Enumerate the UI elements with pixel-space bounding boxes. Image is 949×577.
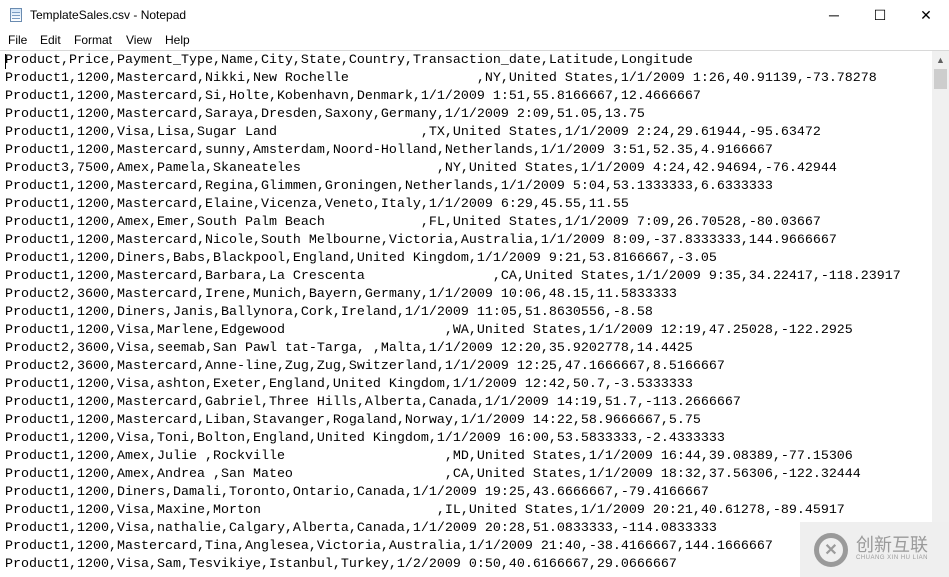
csv-data-line: Product1,1200,Mastercard,Liban,Stavanger…: [5, 413, 701, 428]
csv-data-line: Product1,1200,Visa,Lisa,Sugar Land ,TX,U…: [5, 125, 821, 140]
vertical-scrollbar[interactable]: ▲: [932, 51, 949, 577]
csv-data-line: Product2,3600,Mastercard,Irene,Munich,Ba…: [5, 287, 677, 302]
scroll-up-arrow-icon[interactable]: ▲: [932, 51, 949, 68]
watermark: ✕ 创新互联 CHUANG XIN HU LIAN: [800, 522, 949, 577]
csv-data-line: Product1,1200,Mastercard,sunny,Amsterdam…: [5, 143, 773, 158]
csv-data-line: Product1,1200,Amex,Julie ,Rockville ,MD,…: [5, 449, 853, 464]
notepad-icon: [10, 8, 22, 22]
csv-data-line: Product1,1200,Visa,Sam,Tesvikiye,Istanbu…: [5, 557, 677, 572]
csv-data-line: Product1,1200,Visa,ashton,Exeter,England…: [5, 377, 693, 392]
csv-data-line: Product1,1200,Amex,Emer,South Palm Beach…: [5, 215, 821, 230]
watermark-subtitle: CHUANG XIN HU LIAN: [856, 555, 929, 561]
menu-edit[interactable]: Edit: [40, 33, 61, 47]
minimize-button[interactable]: ─: [811, 0, 857, 30]
menu-view[interactable]: View: [126, 33, 152, 47]
csv-data-line: Product1,1200,Mastercard,Nikki,New Roche…: [5, 71, 877, 86]
text-caret: [5, 54, 6, 69]
csv-data-line: Product1,1200,Mastercard,Elaine,Vicenza,…: [5, 197, 629, 212]
watermark-text: 创新互联 CHUANG XIN HU LIAN: [856, 536, 928, 563]
csv-data-line: Product1,1200,Visa,Maxine,Morton ,IL,Uni…: [5, 503, 845, 518]
title-bar: TemplateSales.csv - Notepad ─ ☐ ✕: [0, 0, 949, 30]
csv-data-line: Product2,3600,Visa,seemab,San Pawl tat-T…: [5, 341, 693, 356]
text-content[interactable]: Product,Price,Payment_Type,Name,City,Sta…: [5, 52, 901, 574]
close-button[interactable]: ✕: [903, 0, 949, 30]
csv-data-line: Product1,1200,Diners,Janis,Ballynora,Cor…: [5, 305, 653, 320]
csv-data-line: Product1,1200,Visa,nathalie,Calgary,Albe…: [5, 521, 717, 536]
maximize-button[interactable]: ☐: [857, 0, 903, 30]
watermark-title: 创新互联: [856, 535, 928, 555]
csv-data-line: Product1,1200,Diners,Damali,Toronto,Onta…: [5, 485, 709, 500]
menu-help[interactable]: Help: [165, 33, 190, 47]
scrollbar-thumb[interactable]: [934, 69, 947, 89]
watermark-logo-icon: ✕: [814, 532, 848, 567]
csv-data-line: Product1,1200,Mastercard,Si,Holte,Kobenh…: [5, 89, 701, 104]
csv-data-line: Product1,1200,Diners,Babs,Blackpool,Engl…: [5, 251, 717, 266]
csv-data-line: Product1,1200,Mastercard,Regina,Glimmen,…: [5, 179, 773, 194]
csv-data-line: Product3,7500,Amex,Pamela,Skaneateles ,N…: [5, 161, 837, 176]
menu-bar: File Edit Format View Help: [0, 30, 949, 50]
csv-data-line: Product1,1200,Mastercard,Saraya,Dresden,…: [5, 107, 645, 122]
menu-file[interactable]: File: [8, 33, 27, 47]
csv-data-line: Product2,3600,Mastercard,Anne-line,Zug,Z…: [5, 359, 725, 374]
csv-data-line: Product1,1200,Visa,Marlene,Edgewood ,WA,…: [5, 323, 853, 338]
window-title: TemplateSales.csv - Notepad: [30, 8, 187, 22]
csv-header-line: Product,Price,Payment_Type,Name,City,Sta…: [5, 53, 693, 68]
menu-format[interactable]: Format: [74, 33, 112, 47]
csv-data-line: Product1,1200,Mastercard,Nicole,South Me…: [5, 233, 837, 248]
csv-data-line: Product1,1200,Mastercard,Tina,Anglesea,V…: [5, 539, 773, 554]
csv-data-line: Product1,1200,Mastercard,Barbara,La Cres…: [5, 269, 901, 284]
csv-data-line: Product1,1200,Visa,Toni,Bolton,England,U…: [5, 431, 725, 446]
csv-data-line: Product1,1200,Mastercard,Gabriel,Three H…: [5, 395, 741, 410]
text-editor[interactable]: Product,Price,Payment_Type,Name,City,Sta…: [0, 50, 949, 577]
csv-data-line: Product1,1200,Amex,Andrea ,San Mateo ,CA…: [5, 467, 861, 482]
